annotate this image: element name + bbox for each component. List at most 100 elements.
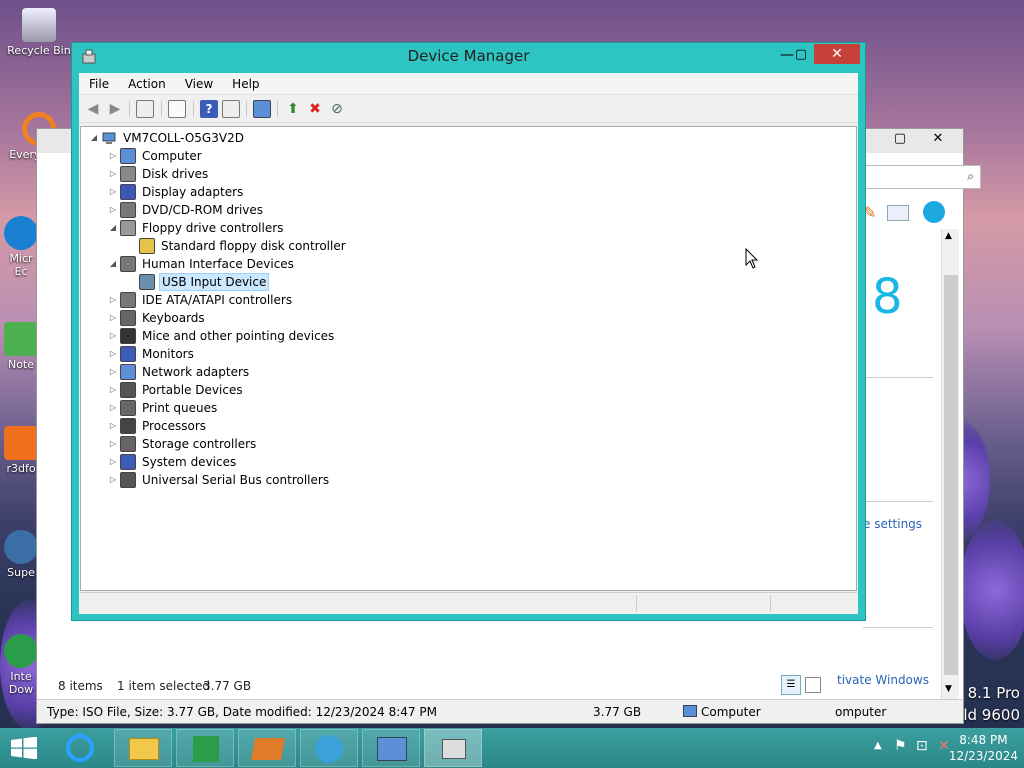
expand-arrow-icon[interactable]: ▷	[108, 201, 118, 219]
device-category-icon	[120, 166, 136, 182]
back-arrow-icon[interactable]: ◀	[84, 100, 102, 118]
desktop-icon-notepad[interactable]: Note	[4, 322, 38, 371]
menu-action[interactable]: Action	[118, 73, 175, 91]
explorer-search-input[interactable]: ⌕	[863, 165, 981, 189]
taskbar-device-manager-button[interactable]	[424, 729, 482, 767]
scroll-up-icon[interactable]: ▲	[945, 231, 952, 241]
device-category-icon	[120, 418, 136, 434]
disable-device-icon[interactable]: ⊘	[328, 100, 346, 118]
tree-item-label: Keyboards	[142, 311, 205, 325]
show-hide-console-tree-icon[interactable]	[136, 100, 154, 118]
tree-item-label: Network adapters	[142, 365, 250, 379]
update-driver-icon[interactable]: ⬆	[284, 100, 302, 118]
internet-explorer-icon	[66, 734, 94, 762]
device-category-icon	[120, 148, 136, 164]
expand-arrow-icon[interactable]: ▷	[108, 345, 118, 363]
file-location-secondary: omputer	[835, 705, 887, 719]
explorer-maximize-button[interactable]: ▢	[887, 129, 913, 149]
device-category-icon	[120, 346, 136, 362]
pen-icon[interactable]: ✎	[863, 203, 883, 223]
flag-icon[interactable]: ⚑	[894, 738, 907, 754]
shell-icon[interactable]	[923, 201, 945, 223]
taskbar-control-panel-button[interactable]	[362, 729, 420, 767]
menu-file[interactable]: File	[79, 73, 118, 91]
device-category-icon	[120, 472, 136, 488]
device-manager-body: File Action View Help ◀ ▶ ? ⬆ ✖ ⊘ ◢ VM7COLL…	[79, 73, 858, 614]
expand-arrow-icon[interactable]: ▷	[108, 471, 118, 489]
menu-view[interactable]: View	[175, 73, 222, 91]
tree-item-label: Standard floppy disk controller	[161, 239, 346, 253]
collapse-arrow-icon[interactable]: ◢	[89, 129, 99, 147]
expand-arrow-icon[interactable]: ▷	[108, 363, 118, 381]
expand-arrow-icon[interactable]: ▷	[108, 309, 118, 327]
expand-arrow-icon[interactable]: ▷	[108, 435, 118, 453]
expand-arrow-icon[interactable]: ▷	[108, 165, 118, 183]
collapse-arrow-icon[interactable]: ◢	[108, 255, 118, 273]
start-button-windows-icon[interactable]	[10, 737, 38, 759]
tree-item-label: DVD/CD-ROM drives	[142, 203, 264, 217]
details-view-icon[interactable]: ☰	[781, 675, 801, 695]
uninstall-device-icon[interactable]: ✖	[306, 100, 324, 118]
edge-icon	[4, 216, 38, 250]
collapse-arrow-icon[interactable]: ◢	[108, 219, 118, 237]
divider	[863, 627, 933, 628]
show-hidden-icons-chevron-icon[interactable]: ▲	[874, 740, 882, 751]
computer-icon	[102, 132, 116, 144]
expand-arrow-icon[interactable]: ▷	[108, 453, 118, 471]
window-title: Device Manager	[407, 47, 530, 65]
device-category-icon	[120, 256, 136, 272]
maximize-button[interactable]: ▢	[788, 47, 814, 65]
desktop-icon-recycle-bin[interactable]: Recycle Bin	[4, 8, 74, 57]
card-icon[interactable]	[887, 205, 909, 221]
device-category-icon	[120, 220, 136, 236]
taskbar-ie-button[interactable]	[52, 729, 110, 767]
desktop-icon-super[interactable]: Supe	[4, 530, 38, 579]
device-category-icon	[139, 274, 155, 290]
item-count: 8 items	[58, 679, 103, 693]
tree-item-label: Disk drives	[142, 167, 209, 181]
expand-arrow-icon[interactable]: ▷	[108, 183, 118, 201]
scroll-down-icon[interactable]: ▼	[945, 684, 952, 694]
file-details: Type: ISO File, Size: 3.77 GB, Date modi…	[47, 705, 437, 719]
menu-help[interactable]: Help	[222, 73, 268, 91]
desktop-icon-idm[interactable]: Inte Dow	[4, 634, 38, 696]
help-icon[interactable]: ?	[200, 100, 218, 118]
computer-icon	[683, 705, 697, 717]
scroll-thumb[interactable]	[944, 275, 958, 675]
desktop-icon-r3dfox[interactable]: r3dfo	[4, 426, 38, 475]
clock[interactable]: 8:48 PM 12/23/2024	[949, 732, 1018, 764]
tree-item-label: Universal Serial Bus controllers	[142, 473, 330, 487]
mouse-cursor-icon	[745, 248, 759, 269]
tree-item-label: IDE ATA/ATAPI controllers	[142, 293, 293, 307]
explorer-close-button[interactable]: ✕	[915, 129, 961, 149]
desktop-icon-edge[interactable]: Micr Ec	[4, 216, 38, 278]
close-button[interactable]: ✕	[814, 44, 860, 64]
globe-download-icon	[315, 735, 343, 763]
device-tree: ◢ VM7COLL-O5G3V2D ▷ Computer ▷ Disk drives ▷…	[80, 126, 857, 591]
settings-link[interactable]: e settings	[863, 517, 922, 531]
expand-arrow-icon[interactable]: ▷	[108, 399, 118, 417]
device-category-icon	[120, 310, 136, 326]
toolbar-separator	[193, 101, 194, 117]
show-action-pane-icon[interactable]	[222, 100, 240, 118]
explorer-scrollbar[interactable]: ▲ ▼	[941, 229, 959, 699]
forward-arrow-icon[interactable]: ▶	[106, 100, 124, 118]
expand-arrow-icon[interactable]: ▷	[108, 291, 118, 309]
menu-bar: File Action View Help	[79, 73, 858, 95]
expand-arrow-icon[interactable]: ▷	[108, 417, 118, 435]
expand-arrow-icon[interactable]: ▷	[108, 327, 118, 345]
taskbar-box-app-button[interactable]	[238, 729, 296, 767]
properties-icon[interactable]	[168, 100, 186, 118]
taskbar-file-explorer-button[interactable]	[114, 729, 172, 767]
large-icons-view-icon[interactable]	[805, 677, 821, 693]
expand-arrow-icon[interactable]: ▷	[108, 381, 118, 399]
expand-arrow-icon[interactable]: ▷	[108, 147, 118, 165]
activate-windows-link[interactable]: tivate Windows	[837, 673, 929, 687]
device-category-icon	[120, 202, 136, 218]
divider	[863, 501, 933, 502]
taskbar-store-button[interactable]	[176, 729, 234, 767]
taskbar-idm-button[interactable]	[300, 729, 358, 767]
box-icon	[251, 738, 285, 760]
network-icon[interactable]: ⊡	[916, 738, 928, 754]
scan-hardware-icon[interactable]	[253, 100, 271, 118]
